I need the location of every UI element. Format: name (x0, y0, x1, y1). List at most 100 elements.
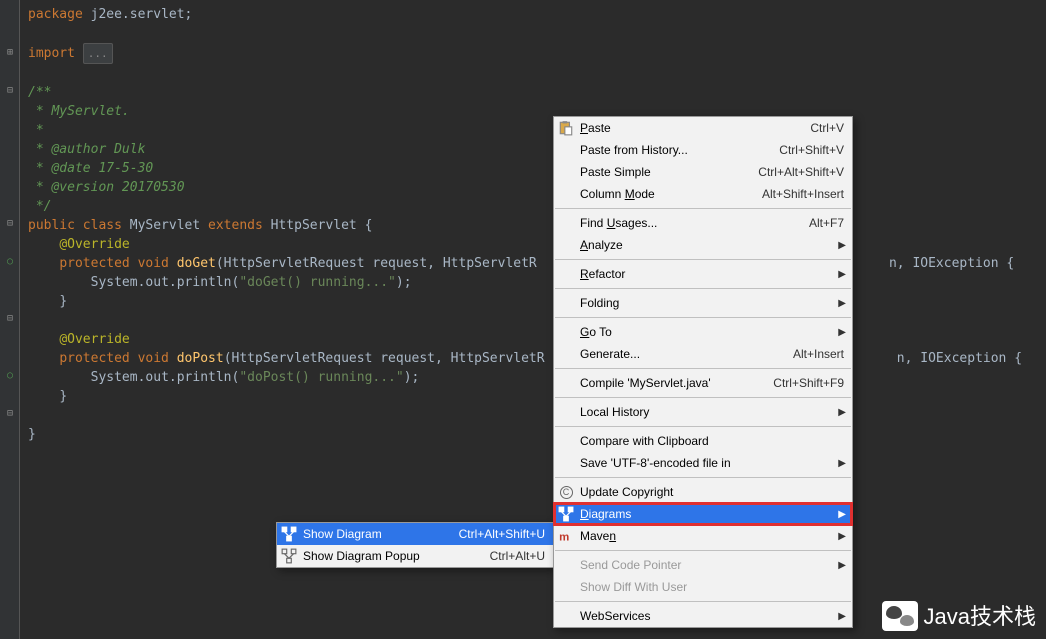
keyword: protected void (59, 256, 176, 271)
menu-item-show-diff: Show Diff With User (554, 576, 852, 598)
menu-label: Show Diagram Popup (303, 547, 470, 566)
menu-label: WebServices (580, 607, 844, 626)
submenu-arrow-icon: ▶ (838, 294, 846, 313)
menu-label: Folding (580, 294, 844, 313)
string-literal: "doPost() running..." (239, 370, 403, 385)
menu-item-column-mode[interactable]: Column Mode Alt+Shift+Insert (554, 183, 852, 205)
params-rest: n, IOException { (889, 256, 1014, 271)
javadoc-value: 20170530 (114, 180, 184, 195)
menu-item-paste-simple[interactable]: Paste Simple Ctrl+Alt+Shift+V (554, 161, 852, 183)
watermark: Java技术栈 (882, 601, 1036, 631)
menu-item-local-history[interactable]: Local History ▶ (554, 401, 852, 423)
method-name: doGet (177, 256, 216, 271)
menu-label: Analyze (580, 236, 844, 255)
menu-label: Maven (580, 527, 844, 546)
brace: } (59, 389, 67, 404)
string-literal: "doGet() running..." (239, 275, 396, 290)
menu-label: Column Mode (580, 185, 742, 204)
menu-item-diagrams[interactable]: Diagrams ▶ (554, 503, 852, 525)
copyright-icon: C (558, 484, 574, 500)
menu-separator (555, 601, 851, 602)
menu-shortcut: Alt+Shift+Insert (762, 185, 844, 204)
keyword-package: package (28, 7, 83, 22)
menu-shortcut: Ctrl+Alt+Shift+U (459, 525, 545, 544)
menu-label: Local History (580, 403, 844, 422)
menu-item-show-diagram-popup[interactable]: Show Diagram Popup Ctrl+Alt+U (277, 545, 553, 567)
out-call: .out.println( (138, 370, 240, 385)
menu-item-paste[interactable]: Paste Ctrl+V (554, 117, 852, 139)
menu-item-refactor[interactable]: Refactor ▶ (554, 263, 852, 285)
menu-label: Send Code Pointer (580, 556, 844, 575)
paste-icon (558, 120, 574, 136)
diagrams-submenu: Show Diagram Ctrl+Alt+Shift+U Show Diagr… (276, 522, 554, 568)
import-fold[interactable]: ... (83, 43, 113, 64)
menu-item-save-encoding[interactable]: Save 'UTF-8'-encoded file in ▶ (554, 452, 852, 474)
method-name: doPost (177, 351, 224, 366)
super-class: HttpServlet (271, 218, 357, 233)
menu-item-update-copyright[interactable]: C Update Copyright (554, 481, 852, 503)
menu-item-maven[interactable]: m Maven ▶ (554, 525, 852, 547)
submenu-arrow-icon: ▶ (838, 323, 846, 342)
class-name: MyServlet (130, 218, 200, 233)
package-name: j2ee.servlet; (83, 7, 193, 22)
menu-item-paste-history[interactable]: Paste from History... Ctrl+Shift+V (554, 139, 852, 161)
menu-label: Find Usages... (580, 214, 789, 233)
menu-item-goto[interactable]: Go To ▶ (554, 321, 852, 343)
menu-shortcut: Ctrl+Shift+V (779, 141, 844, 160)
submenu-arrow-icon: ▶ (838, 505, 846, 524)
annotation: @Override (59, 237, 129, 252)
brace: } (28, 427, 36, 442)
menu-item-generate[interactable]: Generate... Alt+Insert (554, 343, 852, 365)
menu-item-webservices[interactable]: WebServices ▶ (554, 605, 852, 627)
javadoc-close: */ (24, 197, 1046, 216)
params: (HttpServletRequest request, HttpServlet… (216, 256, 537, 271)
menu-label: Paste Simple (580, 163, 738, 182)
javadoc-line: * (24, 121, 1046, 140)
submenu-arrow-icon: ▶ (838, 265, 846, 284)
menu-separator (555, 426, 851, 427)
menu-item-compare-clipboard[interactable]: Compare with Clipboard (554, 430, 852, 452)
menu-shortcut: Ctrl+V (810, 119, 844, 138)
menu-label: Generate... (580, 345, 773, 364)
submenu-arrow-icon: ▶ (838, 236, 846, 255)
svg-text:m: m (559, 532, 569, 544)
params: (HttpServletRequest request, HttpServlet… (224, 351, 545, 366)
menu-item-compile[interactable]: Compile 'MyServlet.java' Ctrl+Shift+F9 (554, 372, 852, 394)
submenu-arrow-icon: ▶ (838, 556, 846, 575)
maven-icon: m (558, 528, 574, 544)
menu-item-folding[interactable]: Folding ▶ (554, 292, 852, 314)
keyword: extends (200, 218, 270, 233)
javadoc-tag: * @version (28, 180, 114, 195)
menu-separator (555, 259, 851, 260)
menu-separator (555, 317, 851, 318)
menu-item-send-code: Send Code Pointer ▶ (554, 554, 852, 576)
menu-label: Compare with Clipboard (580, 432, 844, 451)
menu-item-show-diagram[interactable]: Show Diagram Ctrl+Alt+Shift+U (277, 523, 553, 545)
menu-shortcut: Alt+Insert (793, 345, 844, 364)
keyword-import: import (28, 46, 75, 61)
sysout: System (91, 275, 138, 290)
javadoc-tag: * @date (28, 161, 91, 176)
javadoc-open: /** (24, 83, 1046, 102)
submenu-arrow-icon: ▶ (838, 607, 846, 626)
menu-item-find-usages[interactable]: Find Usages... Alt+F7 (554, 212, 852, 234)
menu-label: Show Diagram (303, 525, 439, 544)
menu-separator (555, 477, 851, 478)
params-rest: n, IOException { (897, 351, 1022, 366)
editor-context-menu: Paste Ctrl+V Paste from History... Ctrl+… (553, 116, 853, 628)
menu-label: Diagrams (580, 505, 844, 524)
javadoc-tag: * @author (28, 142, 106, 157)
menu-item-analyze[interactable]: Analyze ▶ (554, 234, 852, 256)
menu-label: Show Diff With User (580, 578, 844, 597)
brace: { (357, 218, 373, 233)
keyword: protected void (59, 351, 176, 366)
menu-shortcut: Ctrl+Alt+Shift+V (758, 163, 844, 182)
stmt-end: ); (396, 275, 412, 290)
menu-shortcut: Ctrl+Shift+F9 (773, 374, 844, 393)
stmt-end: ); (404, 370, 420, 385)
keyword: public class (28, 218, 130, 233)
menu-separator (555, 288, 851, 289)
javadoc-value: Dulk (106, 142, 145, 157)
menu-label: Paste from History... (580, 141, 759, 160)
menu-separator (555, 397, 851, 398)
